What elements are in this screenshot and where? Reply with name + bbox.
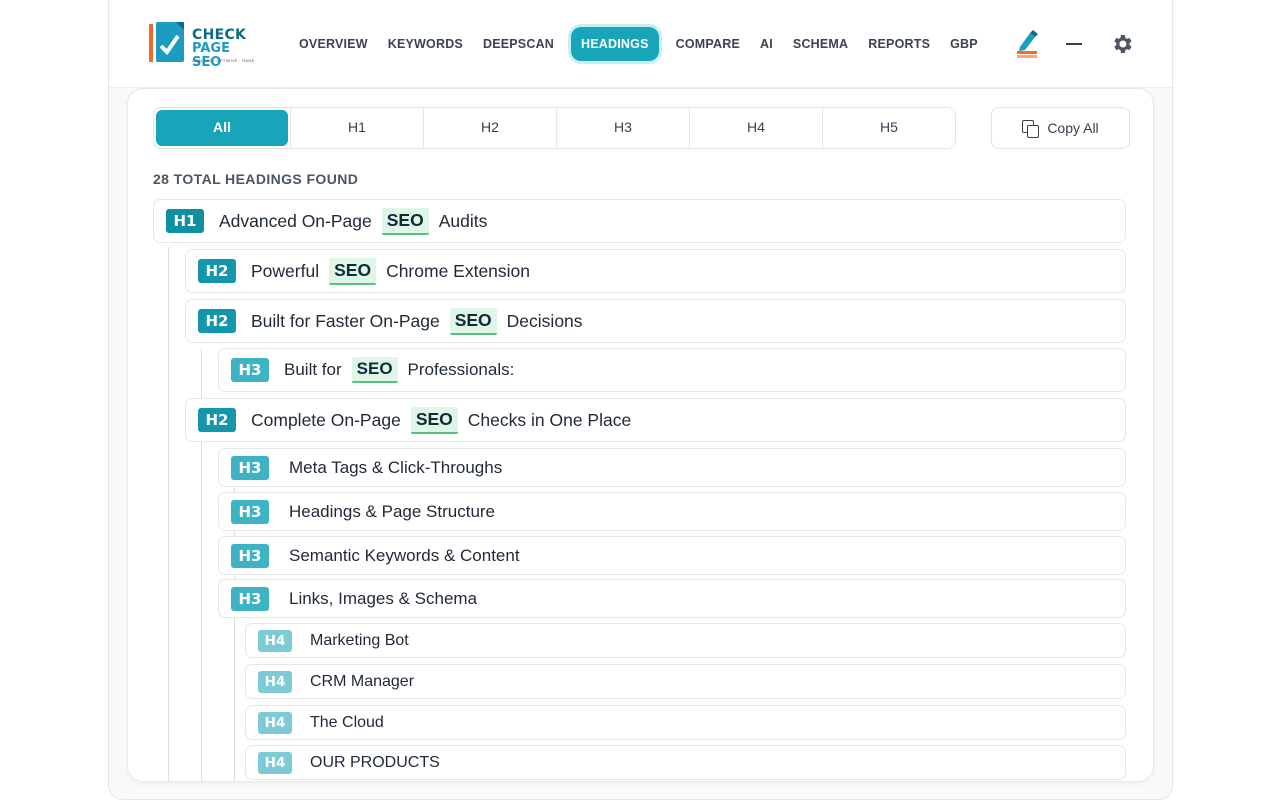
heading-row-h4[interactable]: H4 CRM Manager xyxy=(245,664,1126,699)
heading-row-h2[interactable]: H2 Built for Faster On-Page SEO Decisions xyxy=(185,299,1126,343)
heading-row-h3[interactable]: H3 Headings & Page Structure xyxy=(218,492,1126,531)
heading-level-badge: H3 xyxy=(231,499,269,524)
minimize-icon[interactable] xyxy=(1066,43,1082,45)
heading-level-badge: H3 xyxy=(231,586,269,611)
heading-text: Headings & Page Structure xyxy=(289,501,496,521)
heading-row-h1[interactable]: H1 Advanced On-Page SEO Audits xyxy=(153,199,1126,243)
nav-tab-gbp[interactable]: GBP xyxy=(940,27,988,61)
heading-row-h3[interactable]: H3 Meta Tags & Click-Throughs xyxy=(218,448,1126,487)
heading-text: Advanced On-Page xyxy=(219,210,372,231)
keyword-highlight: SEO xyxy=(329,257,377,285)
heading-level-badge: H4 xyxy=(258,711,292,734)
nav-tab-ai[interactable]: AI xyxy=(750,27,783,61)
keyword-highlight: SEO xyxy=(381,207,429,235)
app-window: CHECK PAGE SEO ANALYZE · OPTIMIZE · RANK… xyxy=(108,0,1173,800)
heading-row-h3[interactable]: H3 Semantic Keywords & Content xyxy=(218,536,1126,575)
heading-text-suffix: Chrome Extension xyxy=(386,260,531,281)
headings-tree: H1 Advanced On-Page SEO Audits H2 Powerful SEO… xyxy=(128,89,1153,781)
gear-icon[interactable] xyxy=(1110,32,1134,56)
heading-text: Built for xyxy=(284,360,342,379)
main-nav: OVERVIEW KEYWORDS DEEPSCAN HEADINGS COMPARE A… xyxy=(289,27,988,61)
nav-tab-overview[interactable]: OVERVIEW xyxy=(289,27,378,61)
heading-row-h4[interactable]: H4 The Cloud xyxy=(245,705,1126,740)
heading-level-badge: H2 xyxy=(198,408,236,432)
heading-text-suffix: Checks in One Place xyxy=(467,409,632,430)
keyword-highlight: SEO xyxy=(351,357,398,383)
heading-text: CRM Manager xyxy=(310,672,415,690)
nav-tab-compare[interactable]: COMPARE xyxy=(666,27,750,61)
heading-row-h2[interactable]: H2 Powerful SEO Chrome Extension xyxy=(185,249,1126,293)
heading-level-badge: H2 xyxy=(198,309,236,333)
heading-level-badge: H2 xyxy=(198,259,236,283)
heading-text-suffix: Professionals: xyxy=(407,360,515,379)
heading-row-h3[interactable]: H3 Links, Images & Schema xyxy=(218,579,1126,618)
logo-tagline: ANALYZE · OPTIMIZE · RANK xyxy=(192,58,255,63)
heading-level-badge: H4 xyxy=(258,751,292,774)
heading-level-badge: H3 xyxy=(231,455,269,480)
heading-text: The Cloud xyxy=(310,713,384,731)
heading-text-suffix: Audits xyxy=(438,210,488,231)
nav-tab-keywords[interactable]: KEYWORDS xyxy=(378,27,473,61)
heading-level-badge: H3 xyxy=(231,543,269,568)
nav-tab-reports[interactable]: REPORTS xyxy=(858,27,940,61)
heading-text: Built for Faster On-Page xyxy=(251,310,440,331)
heading-row-h2[interactable]: H2 Complete On-Page SEO Checks in One Place xyxy=(185,398,1126,442)
heading-level-badge: H3 xyxy=(231,358,269,382)
keyword-highlight: SEO xyxy=(410,406,458,434)
logo[interactable]: CHECK PAGE SEO ANALYZE · OPTIMIZE · RANK xyxy=(149,22,261,70)
top-bar: CHECK PAGE SEO ANALYZE · OPTIMIZE · RANK… xyxy=(109,0,1172,88)
logo-text-line1: CHECK xyxy=(192,27,247,43)
brush-icon[interactable] xyxy=(1015,30,1039,58)
nav-tab-schema[interactable]: SCHEMA xyxy=(783,27,858,61)
heading-level-badge: H1 xyxy=(166,209,204,233)
tree-guide-line xyxy=(168,247,169,781)
nav-tab-deepscan[interactable]: DEEPSCAN xyxy=(473,27,564,61)
heading-text: Complete On-Page xyxy=(251,409,401,430)
keyword-highlight: SEO xyxy=(449,307,497,335)
heading-level-badge: H4 xyxy=(258,670,292,693)
heading-row-h4[interactable]: H4 OUR PRODUCTS xyxy=(245,745,1126,780)
nav-tab-headings[interactable]: HEADINGS xyxy=(571,27,659,61)
heading-text-suffix: Decisions xyxy=(506,310,583,331)
heading-text: Semantic Keywords & Content xyxy=(289,545,520,565)
heading-text: Marketing Bot xyxy=(310,631,409,649)
logo-text-line2: PAGE SEO xyxy=(192,41,230,70)
heading-text: Links, Images & Schema xyxy=(289,588,478,608)
heading-level-badge: H4 xyxy=(258,629,292,652)
heading-text: OUR PRODUCTS xyxy=(310,753,440,771)
logo-mark-icon xyxy=(149,22,184,62)
headings-panel: All H1 H2 H3 H4 H5 Copy All 28 TOTAL HEADINGS… xyxy=(127,88,1154,782)
heading-row-h4[interactable]: H4 Marketing Bot xyxy=(245,623,1126,658)
heading-row-h3[interactable]: H3 Built for SEO Professionals: xyxy=(218,348,1126,392)
heading-text: Powerful xyxy=(251,260,320,281)
heading-text: Meta Tags & Click-Throughs xyxy=(289,457,503,477)
